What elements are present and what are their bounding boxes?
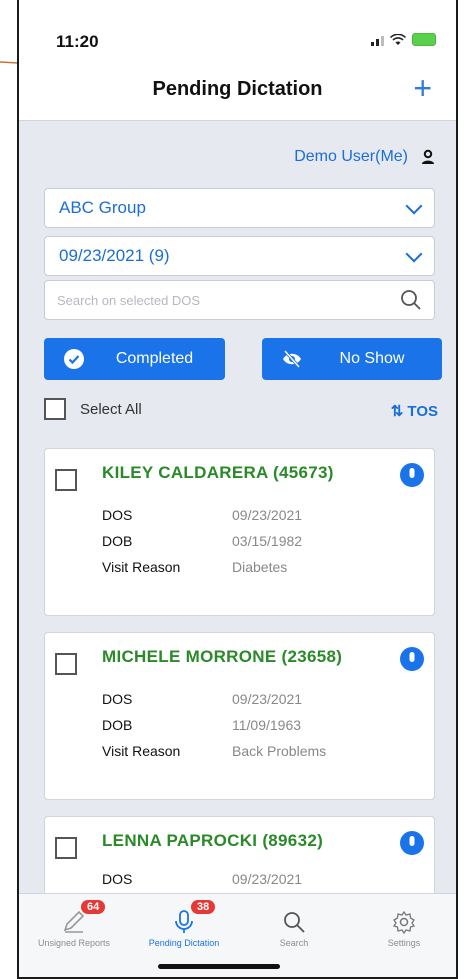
dos-row: DOS 09/23/2021 [102,691,302,707]
search-icon [284,912,305,933]
check-circle-icon [64,349,84,369]
dob-row: DOB 03/15/1982 [102,533,302,549]
dos-row: DOS 09/23/2021 [102,507,302,523]
patient-name: KILEY CALDARERA (45673) [102,463,334,482]
tab-label: Settings [387,938,421,948]
date-select[interactable]: 09/23/2021 (9) [44,236,435,276]
signal-icon [371,34,384,46]
patient-checkbox[interactable] [55,653,77,675]
person-icon [422,149,434,164]
dob-value: 11/09/1963 [232,717,302,733]
status-time: 11:20 [56,32,99,51]
sort-button[interactable]: ⇅ TOS [391,402,438,420]
user-name: Demo User(Me) [294,148,408,165]
chevron-down-icon [405,197,423,214]
dob-label: DOB [102,717,133,733]
tab-label: Pending Dictation [148,938,220,948]
group-select-value: ABC Group [59,198,146,217]
completed-button[interactable]: Completed [44,338,225,380]
tab-label: Unsigned Reports [37,938,111,948]
patient-card[interactable]: MICHELE MORRONE (23658) DOS 09/23/2021 DO… [44,632,435,800]
visit-reason-row: Visit Reason Back Problems [102,743,326,759]
select-all-checkbox[interactable] [44,398,66,420]
search-icon [401,290,421,310]
no-show-button[interactable]: No Show [262,338,442,380]
select-all-label: Select All [80,400,142,418]
visit-reason-value: Back Problems [232,743,327,759]
status-icons [371,33,436,46]
date-select-value: 09/23/2021 (9) [59,246,170,265]
microphone-icon[interactable] [400,647,424,671]
navigation-bar: 11:20 Pending Dictation + [19,0,456,121]
dos-value: 09/23/2021 [232,871,303,887]
search-input[interactable]: Search on selected DOS [44,280,435,320]
patient-name: LENNA PAPROCKI (89632) [102,831,324,850]
dos-value: 09/23/2021 [232,691,303,707]
eye-off-icon [283,350,301,368]
dob-row: DOB 11/09/1963 [102,717,301,733]
microphone-icon [175,910,193,933]
patient-card[interactable]: KILEY CALDARERA (45673) DOS 09/23/2021 DO… [44,448,435,616]
battery-icon [412,33,436,46]
visit-reason-value: Diabetes [232,559,288,575]
dob-label: DOB [102,533,133,549]
visit-reason-label: Visit Reason [102,559,181,575]
patient-checkbox[interactable] [55,837,77,859]
dos-row: DOS 09/23/2021 [102,871,302,887]
dos-label: DOS [102,871,133,887]
unsigned-badge: 64 [81,900,106,914]
wifi-icon [390,33,406,45]
dos-label: DOS [102,691,133,707]
tab-label: Search [279,938,309,948]
patient-checkbox[interactable] [55,469,77,491]
add-button[interactable]: + [413,72,432,104]
home-indicator [158,964,280,969]
dos-label: DOS [102,507,133,523]
dob-value: 03/15/1982 [232,533,303,549]
visit-reason-label: Visit Reason [102,743,181,759]
visit-reason-row: Visit Reason Diabetes [102,559,287,575]
search-placeholder: Search on selected DOS [57,292,201,308]
group-select[interactable]: ABC Group [44,188,435,228]
gear-icon [392,910,416,934]
select-all[interactable]: Select All [44,398,142,420]
microphone-icon[interactable] [400,831,424,855]
pen-icon [63,910,85,933]
patient-name: MICHELE MORRONE (23658) [102,647,343,666]
page-title: Pending Dictation [152,78,323,100]
dos-value: 09/23/2021 [232,507,303,523]
current-user[interactable]: Demo User(Me) [294,148,436,166]
chevron-down-icon [405,245,423,262]
pending-badge: 38 [191,900,216,914]
phone-screen: 11:20 Pending Dictation + Demo User(Me) … [17,0,458,979]
microphone-icon[interactable] [400,463,424,487]
